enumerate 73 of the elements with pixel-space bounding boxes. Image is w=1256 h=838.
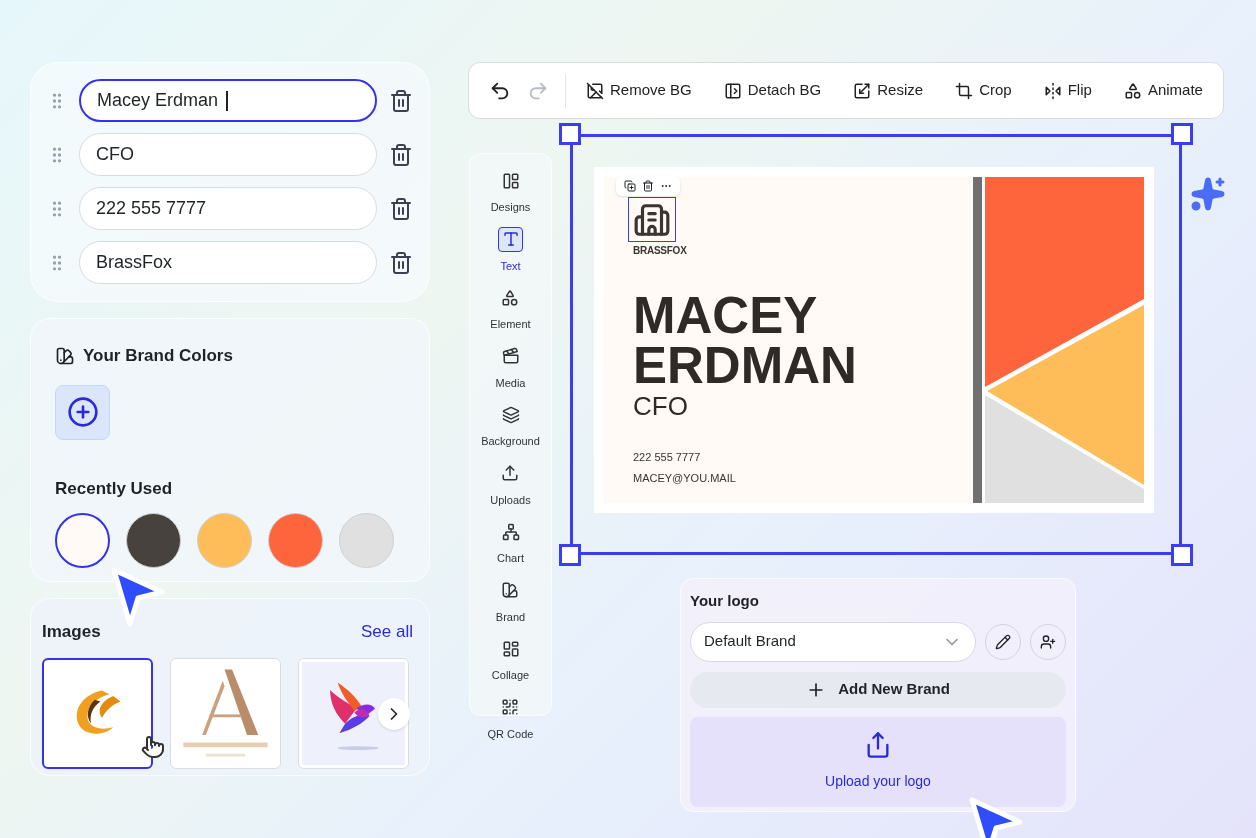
rail-tab[interactable]: Chart [497,519,524,567]
plus-circle-icon [66,396,99,428]
trash-icon[interactable] [389,196,413,221]
card-title: CFO [633,391,689,421]
add-brand-button[interactable]: Add New Brand [690,671,1066,708]
upload-icon [501,464,520,482]
rail-tab[interactable]: Element [490,285,531,333]
flip-icon [1043,81,1062,100]
field-value: 222 555 7777 [96,197,207,220]
user-plus-icon [1040,633,1056,650]
layers-icon [501,405,520,424]
toolbar-button[interactable]: Flip [1043,79,1092,102]
duplicate-icon[interactable] [624,180,636,192]
swatch-icon [501,581,520,599]
section-title: Your logo [690,591,760,611]
toolbar-button[interactable]: Detach BG [723,79,822,102]
card-name: MACEY [633,291,819,341]
section-title: Your Brand Colors [83,345,233,367]
text-field[interactable]: CFO [79,133,377,176]
card-name: ERDMAN [633,341,858,391]
see-all-link[interactable]: See all [361,619,413,645]
pencil-icon [995,633,1011,650]
toolbar-button[interactable]: Remove BG [586,79,692,102]
section-title: Recently Used [55,477,174,500]
shapes-icon [1123,81,1142,100]
rail-tab[interactable]: Designs [490,168,531,216]
resize-handle[interactable] [559,544,581,566]
rail-tab[interactable]: Brand [495,577,526,625]
shapes-icon [501,288,520,307]
card-email: MACEY@YOU.MAIL [633,470,737,486]
resize-icon [853,81,872,100]
field-value: BrassFox [96,251,173,274]
trash-icon[interactable] [389,250,413,275]
swatch-icon [55,345,75,366]
crop-icon [955,81,974,100]
trash-icon[interactable] [642,180,654,192]
logo-selection[interactable] [628,197,676,242]
resize-handle[interactable] [1171,123,1193,145]
card-phone: 222 555 7777 [633,450,702,465]
text-icon [501,230,520,248]
qr-code-icon [501,698,520,716]
field-value: CFO [96,143,134,166]
toolbar-button[interactable]: Animate [1123,79,1203,102]
resize-handle[interactable] [559,123,581,145]
rail-tab[interactable]: QR Code [487,694,534,742]
crossed-image-icon [586,81,604,100]
layout-icon [501,171,520,190]
rail-tab[interactable]: Uploads [490,460,531,508]
add-color-button[interactable] [55,384,110,440]
rail-tab[interactable]: Media [495,343,526,391]
collage-icon [501,639,520,658]
upload-dropzone[interactable]: Upload your logo [690,716,1066,807]
brand-select[interactable]: Default Brand [690,621,976,662]
resize-handle[interactable] [1171,544,1193,566]
toolbar-button[interactable]: Resize [853,79,924,102]
color-swatch[interactable] [55,513,110,568]
section-title: Images [42,621,101,643]
toolbar-button[interactable]: Crop [955,79,1012,102]
hierarchy-icon [501,522,520,541]
rail-tab[interactable]: Background [481,402,540,450]
trash-icon[interactable] [389,142,413,167]
hand-cursor-icon [141,735,165,759]
rail-tab[interactable]: Collage [491,636,530,684]
trash-icon[interactable] [389,88,413,113]
logo-text: BRASSFOX [633,244,687,258]
media-icon [501,347,520,365]
text-field[interactable]: Macey Erdman [79,79,377,122]
field-value: Macey Erdman [97,89,219,112]
sparkles-icon [1190,176,1226,212]
text-field[interactable]: 222 555 7777 [79,187,377,230]
text-field[interactable]: BrassFox [79,241,377,284]
text-caret [226,90,229,111]
select-value: Default Brand [704,631,796,652]
